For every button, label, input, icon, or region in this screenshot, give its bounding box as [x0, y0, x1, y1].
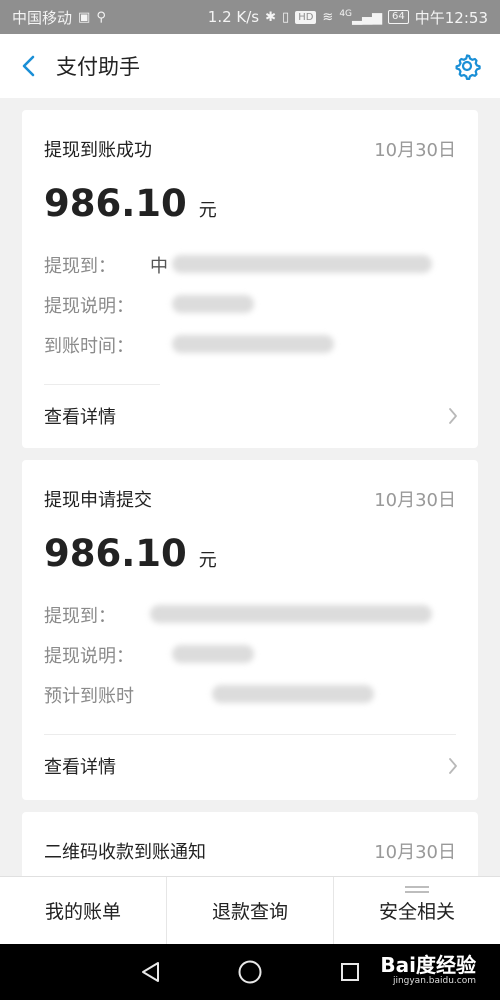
card-title: 二维码收款到账通知	[44, 842, 206, 863]
watermark-brand: Bai度经验	[380, 953, 476, 977]
network-speed: 1.2 K/s	[207, 8, 260, 26]
notification-card-qr-payment: 二维码收款到账通知 10月30日	[22, 812, 478, 876]
carrier-label: 中国移动	[12, 8, 73, 27]
watermark-site: jingyan.baidu.com	[392, 976, 476, 986]
watermark: Bai度经验 jingyan.baidu.com	[380, 954, 476, 986]
gear-icon	[455, 54, 481, 80]
view-details-button[interactable]: 查看详情	[22, 386, 478, 446]
tab-security[interactable]: 安全相关	[334, 877, 500, 944]
chevron-right-icon	[449, 408, 457, 424]
field-withdraw-note: 提现说明：	[44, 292, 134, 318]
triangle-back-icon	[142, 962, 159, 982]
tab-label: 安全相关	[378, 901, 455, 923]
vibrate-icon: ▯	[282, 9, 290, 25]
wifi-icon: ≋	[322, 9, 334, 25]
network-type: 4G	[339, 8, 353, 19]
clock: 中午12:53	[414, 8, 488, 27]
card-date: 10月30日	[374, 842, 456, 863]
tab-refund-query[interactable]: 退款查询	[167, 877, 334, 944]
notification-icon: ▣	[78, 9, 91, 25]
status-bar: 中国移动 ▣ ⚲ 1.2 K/s ✱ ▯ HD ≋ 4G▂▄▆ 64 中午12:…	[0, 0, 500, 34]
app-header: 支付助手	[0, 34, 500, 98]
blurred-value	[172, 645, 254, 663]
hd-badge: HD	[295, 10, 317, 24]
card-divider	[44, 384, 160, 385]
bluetooth-icon: ✱	[265, 9, 277, 25]
chevron-right-icon	[449, 758, 457, 774]
tab-label: 我的账单	[44, 901, 121, 923]
field-value-partial: 中	[150, 256, 168, 277]
battery-indicator: 64	[388, 10, 409, 24]
nav-recents-button[interactable]	[335, 957, 365, 987]
amount-value: 986.10	[44, 532, 187, 575]
nav-back-button[interactable]	[135, 957, 165, 987]
page-title: 支付助手	[56, 55, 140, 79]
tab-label: 退款查询	[211, 901, 288, 923]
nav-home-button[interactable]	[235, 957, 265, 987]
blurred-value	[172, 335, 334, 353]
field-label: 提现说明：	[44, 296, 134, 317]
menu-lines-icon	[405, 886, 429, 896]
details-label: 查看详情	[44, 407, 116, 428]
field-estimated-arrival: 预计到账时	[44, 682, 134, 708]
details-label: 查看详情	[44, 757, 116, 778]
field-label: 提现到：	[44, 256, 116, 277]
notification-card-withdraw-submitted: 提现申请提交 10月30日 986.10 元 提现到： 提现说明： 预计到账时 …	[22, 460, 478, 800]
field-label: 预计到账时	[44, 686, 134, 707]
blurred-value	[212, 685, 374, 703]
tab-my-bills[interactable]: 我的账单	[0, 877, 167, 944]
blurred-value	[150, 605, 432, 623]
view-details-button[interactable]: 查看详情	[22, 736, 478, 796]
settings-button[interactable]	[452, 51, 482, 81]
field-withdraw-to: 提现到：	[44, 602, 116, 628]
back-button[interactable]	[0, 34, 56, 98]
bottom-tab-bar: 我的账单 退款查询 安全相关	[0, 876, 500, 944]
key-icon: ⚲	[96, 9, 106, 25]
message-list: 提现到账成功 10月30日 986.10 元 提现到： 中 提现说明： 到账时间…	[0, 98, 500, 876]
signal-icon: 4G▂▄▆	[339, 8, 383, 26]
field-label: 到账时间：	[44, 336, 134, 357]
amount-unit: 元	[198, 200, 217, 221]
card-divider	[44, 734, 456, 735]
circle-home-icon	[238, 960, 262, 984]
amount-unit: 元	[198, 550, 217, 571]
blurred-value	[172, 295, 254, 313]
card-title: 提现申请提交	[44, 490, 152, 511]
field-withdraw-note: 提现说明：	[44, 642, 134, 668]
blurred-value	[172, 255, 432, 273]
square-recents-icon	[341, 963, 359, 981]
card-date: 10月30日	[374, 140, 456, 161]
field-label: 提现说明：	[44, 646, 134, 667]
card-title: 提现到账成功	[44, 140, 152, 161]
back-chevron-icon	[22, 55, 35, 77]
status-left: 中国移动 ▣ ⚲	[12, 7, 106, 28]
field-arrival-time: 到账时间：	[44, 332, 134, 358]
field-withdraw-to: 提现到：	[44, 252, 116, 278]
field-label: 提现到：	[44, 606, 116, 627]
status-right: 1.2 K/s ✱ ▯ HD ≋ 4G▂▄▆ 64 中午12:53	[208, 7, 488, 28]
amount-row: 986.10 元	[44, 182, 217, 225]
amount-row: 986.10 元	[44, 532, 217, 575]
screen: 中国移动 ▣ ⚲ 1.2 K/s ✱ ▯ HD ≋ 4G▂▄▆ 64 中午12:…	[0, 0, 500, 1000]
amount-value: 986.10	[44, 182, 187, 225]
card-date: 10月30日	[374, 490, 456, 511]
notification-card-withdraw-success: 提现到账成功 10月30日 986.10 元 提现到： 中 提现说明： 到账时间…	[22, 110, 478, 448]
